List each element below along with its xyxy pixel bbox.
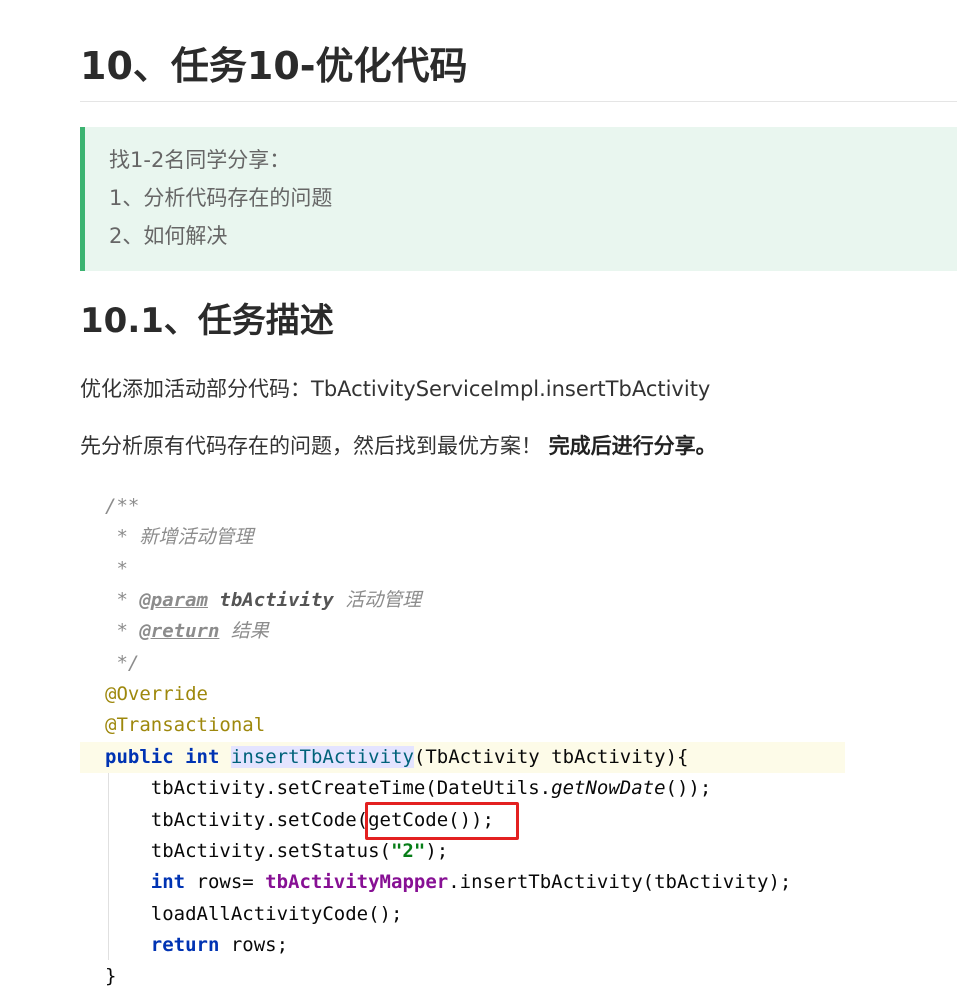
code-text: ); bbox=[425, 840, 449, 862]
code-text: ()); bbox=[665, 777, 712, 799]
paragraph-target: 优化添加活动部分代码：TbActivityServiceImpl.insertT… bbox=[80, 377, 711, 401]
code-line: @Override bbox=[105, 679, 208, 710]
instruction-text: 先分析原有代码存在的问题，然后找到最优方案！ bbox=[80, 434, 549, 458]
tip-line-1: 找1-2名同学分享： bbox=[109, 148, 291, 172]
heading-divider bbox=[80, 101, 957, 102]
code-comment: * bbox=[105, 589, 140, 611]
code-text: rows; bbox=[219, 934, 289, 956]
code-comment: * 新增活动管理 bbox=[105, 526, 254, 548]
code-comment: 结果 bbox=[219, 620, 269, 642]
code-line: * @param tbActivity 活动管理 bbox=[105, 585, 421, 616]
field-reference: tbActivityMapper bbox=[265, 871, 449, 893]
paragraph-instruction: 先分析原有代码存在的问题，然后找到最优方案！ 完成后进行分享。 bbox=[80, 431, 717, 461]
code-line: /** bbox=[105, 491, 139, 522]
javadoc-return-tag: @return bbox=[139, 620, 220, 642]
method-name: insertTbActivity bbox=[230, 746, 414, 768]
highlight-box bbox=[365, 802, 519, 840]
code-comment: * bbox=[105, 620, 140, 642]
code-line: return rows; bbox=[105, 930, 288, 961]
code-text: tbActivity.setCreateTime(DateUtils. bbox=[105, 777, 552, 799]
code-comment: * bbox=[105, 558, 128, 580]
tip-line-3: 2、如何解决 bbox=[109, 224, 228, 248]
code-block: /** * 新增活动管理 * * @param tbActivity 活动管理 … bbox=[80, 490, 957, 998]
javadoc-param-tag: @param bbox=[139, 589, 208, 611]
method-params: (TbActivity tbActivity){ bbox=[413, 746, 689, 768]
annotation-transactional: @Transactional bbox=[105, 714, 266, 736]
keyword: int bbox=[185, 746, 220, 768]
closing-brace: } bbox=[105, 965, 117, 987]
code-line: tbActivity.setStatus("2"); bbox=[105, 836, 448, 867]
code-line: @Transactional bbox=[105, 710, 265, 741]
tip-box: 找1-2名同学分享： 1、分析代码存在的问题 2、如何解决 bbox=[80, 127, 957, 271]
keyword: public bbox=[105, 746, 174, 768]
code-comment: */ bbox=[105, 652, 140, 674]
section-heading: 10、任务10-优化代码 bbox=[80, 44, 468, 88]
code-text: tbActivity.setStatus( bbox=[105, 840, 391, 862]
keyword: return bbox=[150, 934, 220, 956]
code-line: * bbox=[105, 554, 128, 585]
instruction-bold: 完成后进行分享。 bbox=[548, 434, 717, 458]
code-comment: /** bbox=[105, 495, 140, 517]
code-comment: 活动管理 bbox=[333, 589, 422, 611]
string-literal: "2" bbox=[390, 840, 426, 862]
annotation-override: @Override bbox=[105, 683, 208, 705]
code-text: loadAllActivityCode(); bbox=[105, 903, 403, 925]
code-line: loadAllActivityCode(); bbox=[105, 899, 403, 930]
code-text: .insertTbActivity(tbActivity); bbox=[448, 871, 792, 893]
tip-line-2: 1、分析代码存在的问题 bbox=[109, 186, 333, 210]
code-line: int rows= tbActivityMapper.insertTbActiv… bbox=[105, 867, 792, 898]
subsection-heading: 10.1、任务描述 bbox=[80, 301, 334, 341]
javadoc-param-name: tbActivity bbox=[219, 589, 334, 611]
code-line: tbActivity.setCreateTime(DateUtils.getNo… bbox=[105, 773, 712, 804]
code-text: rows= bbox=[185, 871, 266, 893]
static-call: getNowDate bbox=[551, 777, 666, 799]
code-line: * 新增活动管理 bbox=[105, 522, 253, 553]
method-signature-line: public int insertTbActivity(TbActivity t… bbox=[80, 742, 845, 773]
keyword: int bbox=[150, 871, 186, 893]
code-line: * @return 结果 bbox=[105, 616, 269, 647]
code-line: */ bbox=[105, 648, 139, 679]
code-line: } bbox=[105, 961, 116, 992]
